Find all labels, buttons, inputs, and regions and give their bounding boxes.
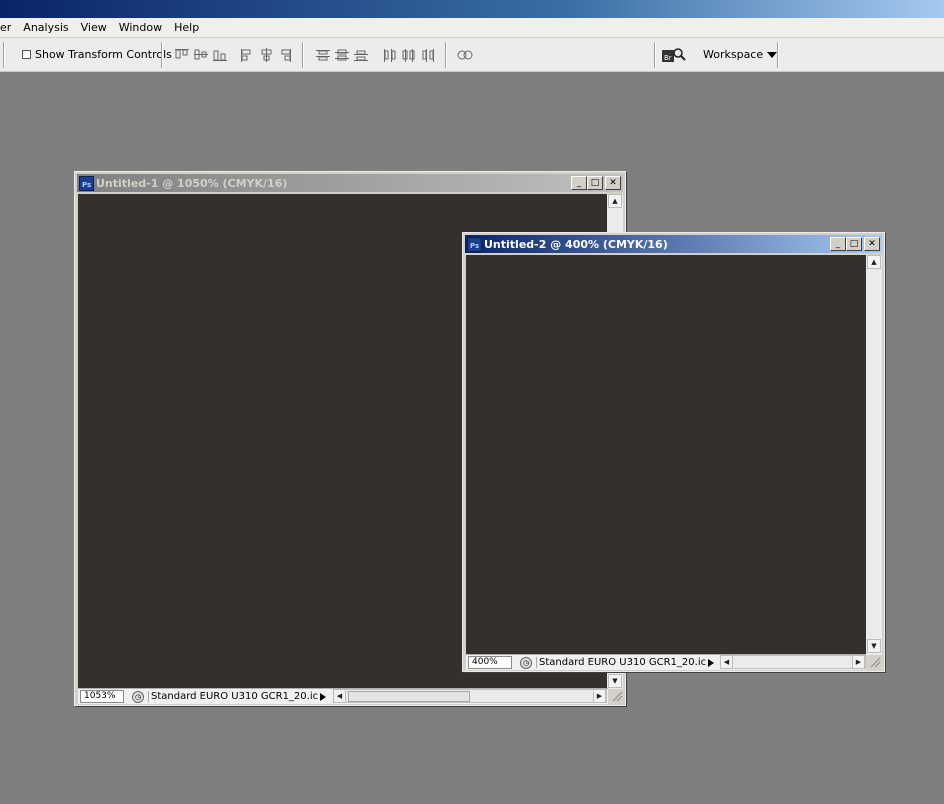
- minimize-button[interactable]: _: [571, 176, 587, 190]
- close-button[interactable]: ✕: [605, 176, 621, 190]
- maximize-button[interactable]: □: [587, 176, 603, 190]
- zoom-field[interactable]: 1053%: [80, 690, 124, 703]
- vertical-scrollbar[interactable]: ▲ ▼: [866, 255, 882, 655]
- scroll-up-button[interactable]: ▲: [867, 255, 881, 269]
- horizontal-scrollbar[interactable]: ◀ ▶: [333, 689, 607, 703]
- distribute-left-edges-icon[interactable]: [382, 48, 398, 62]
- ps-document-icon: Ps: [467, 236, 482, 252]
- ps-document-icon: Ps: [79, 175, 94, 191]
- document-title: Untitled-2 @ 400% (CMYK/16): [484, 237, 668, 251]
- document-titlebar[interactable]: Ps Untitled-1 @ 1050% (CMYK/16) _ □ ✕: [77, 174, 623, 192]
- resize-grip-icon[interactable]: [611, 690, 623, 702]
- align-vertical-centers-icon[interactable]: [193, 48, 209, 62]
- minimize-button[interactable]: _: [830, 237, 846, 251]
- scroll-up-button[interactable]: ▲: [608, 194, 622, 208]
- horizontal-scrollbar[interactable]: ◀ ▶: [720, 655, 866, 669]
- chevron-down-icon: [767, 51, 778, 58]
- distribute-bottom-edges-icon[interactable]: [353, 48, 369, 62]
- menu-item-filter[interactable]: er: [0, 18, 17, 38]
- workspace-menu[interactable]: Workspace: [703, 48, 778, 61]
- options-separator: [302, 42, 304, 68]
- resize-grip-icon[interactable]: [869, 656, 881, 668]
- options-separator: [654, 42, 656, 68]
- auto-align-layers-icon[interactable]: [457, 48, 473, 62]
- close-button[interactable]: ✕: [864, 237, 880, 251]
- svg-text:Br: Br: [664, 54, 672, 62]
- show-transform-controls[interactable]: Show Transform Controls: [22, 48, 172, 61]
- options-separator: [3, 42, 5, 68]
- scroll-right-button[interactable]: ▶: [593, 689, 606, 703]
- menu-item-analysis[interactable]: Analysis: [17, 18, 74, 38]
- scroll-left-button[interactable]: ◀: [333, 689, 346, 703]
- status-menu-arrow-icon[interactable]: [320, 692, 326, 701]
- align-top-edges-icon[interactable]: [174, 48, 190, 62]
- align-horizontal-centers-icon[interactable]: [260, 48, 274, 62]
- window-buttons: _ □ ✕: [571, 176, 621, 190]
- show-transform-controls-label: Show Transform Controls: [35, 48, 172, 61]
- menu-item-help[interactable]: Help: [168, 18, 205, 38]
- distribute-vertical-centers-icon[interactable]: [334, 48, 350, 62]
- color-profile-text: Standard EURO U310 GCR1_20.icc ...: [536, 657, 706, 668]
- bridge-icon[interactable]: Br: [662, 46, 686, 64]
- menu-item-view[interactable]: View: [75, 18, 113, 38]
- document-canvas[interactable]: [466, 255, 866, 655]
- options-separator: [161, 42, 163, 68]
- workspace-label: Workspace: [703, 48, 764, 61]
- distribute-top-edges-icon[interactable]: [315, 48, 331, 62]
- align-right-edges-icon[interactable]: [279, 48, 293, 62]
- app-titlebar: [0, 0, 944, 18]
- menu-item-window[interactable]: Window: [113, 18, 168, 38]
- scroll-down-button[interactable]: ▼: [608, 674, 622, 688]
- document-title: Untitled-1 @ 1050% (CMYK/16): [96, 176, 288, 190]
- color-profile-text: Standard EURO U310 GCR1_20.icc ...: [148, 691, 318, 702]
- menubar: er Analysis View Window Help: [0, 18, 944, 38]
- show-transform-controls-checkbox[interactable]: [22, 50, 31, 59]
- window-buttons: _ □ ✕: [830, 237, 880, 251]
- align-left-edges-icon[interactable]: [240, 48, 254, 62]
- scroll-down-button[interactable]: ▼: [867, 639, 881, 653]
- distribute-horizontal-centers-icon[interactable]: [401, 48, 417, 62]
- maximize-button[interactable]: □: [846, 237, 862, 251]
- distribute-right-edges-icon[interactable]: [420, 48, 436, 62]
- options-separator: [445, 42, 447, 68]
- options-separator: [777, 42, 779, 68]
- options-bar: Show Transform Controls Br Workspace: [0, 38, 944, 72]
- status-info-icon[interactable]: ◷: [132, 690, 144, 703]
- align-bottom-edges-icon[interactable]: [212, 48, 228, 62]
- document-window-2[interactable]: Ps Untitled-2 @ 400% (CMYK/16) _ □ ✕ ▲ ▼…: [462, 232, 885, 672]
- scroll-right-button[interactable]: ▶: [852, 655, 865, 669]
- scroll-left-button[interactable]: ◀: [720, 655, 733, 669]
- zoom-field[interactable]: 400%: [468, 656, 512, 669]
- horizontal-scroll-thumb[interactable]: [348, 691, 470, 702]
- document-titlebar[interactable]: Ps Untitled-2 @ 400% (CMYK/16) _ □ ✕: [465, 235, 882, 253]
- status-menu-arrow-icon[interactable]: [708, 658, 714, 667]
- status-info-icon[interactable]: ◷: [520, 656, 532, 669]
